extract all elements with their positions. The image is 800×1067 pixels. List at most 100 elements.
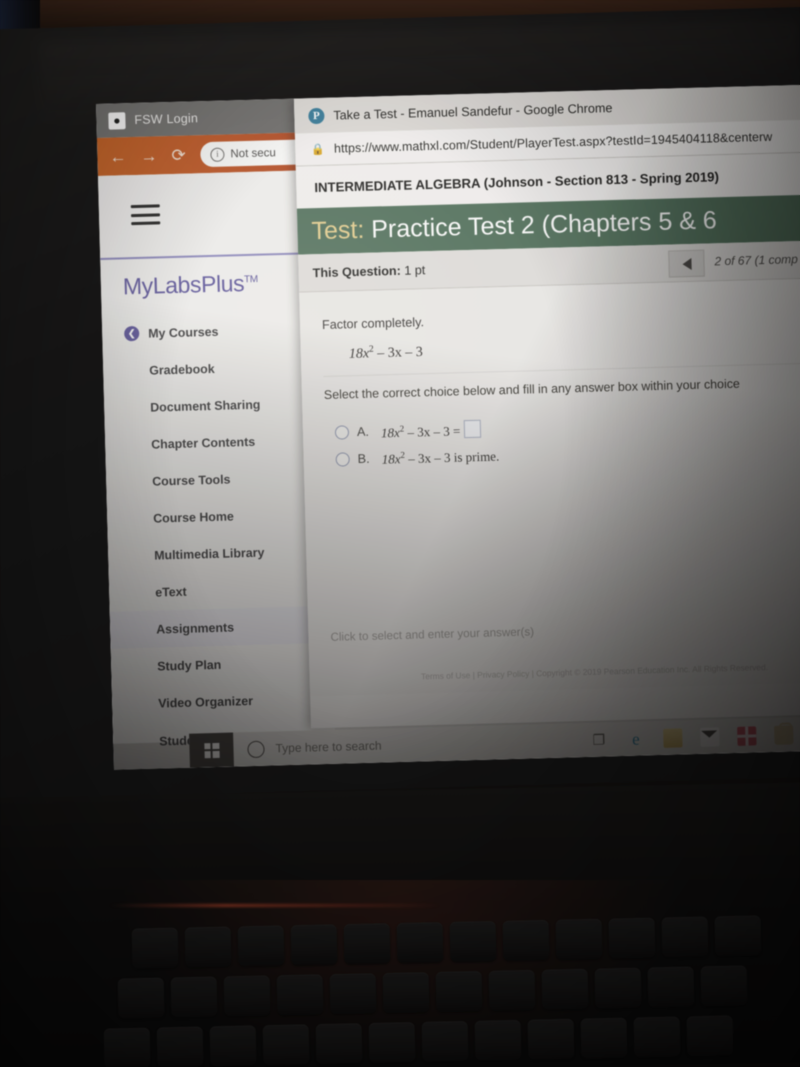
choice-expr-suffix: – 3x – 3 is prime.	[404, 448, 500, 466]
back-chevron-icon[interactable]: ❮	[124, 325, 140, 342]
background-tab-title: FSW Login	[134, 111, 199, 127]
key	[315, 1023, 363, 1065]
sidebar-item-label: Video Organizer	[158, 693, 254, 711]
answer-input-box[interactable]	[464, 419, 482, 438]
sidebar-item-label: eText	[155, 584, 187, 600]
reload-icon[interactable]: ⟳	[171, 145, 186, 164]
question-divider	[323, 362, 800, 377]
fsw-logo-icon: ●	[108, 111, 126, 130]
key	[237, 925, 285, 967]
choice-letter: A.	[356, 424, 370, 440]
choice-expression: 18x2 – 3x – 3 =	[381, 419, 482, 441]
expression-prefix: 18x	[348, 346, 370, 362]
chrome-window-title: Take a Test - Emanuel Sandefur - Google …	[333, 100, 613, 123]
pearson-p-icon: P	[308, 107, 325, 124]
expression-suffix: – 3x – 3	[373, 344, 424, 362]
key	[382, 972, 430, 1014]
sidebar-item-course-home[interactable]: Course Home	[107, 495, 330, 538]
sidebar-item-document-sharing[interactable]: Document Sharing	[104, 384, 327, 427]
sidebar-item-label: Gradebook	[149, 361, 215, 378]
key	[343, 923, 391, 965]
brand-trademark: TM	[243, 274, 258, 286]
microsoft-store-icon[interactable]	[737, 725, 757, 746]
edge-browser-icon[interactable]: e	[626, 729, 646, 749]
sidebar-item-label: Study Plan	[157, 657, 222, 674]
taskbar-pinned-icons: ❐ e P	[589, 715, 800, 757]
sidebar-item-my-courses[interactable]: ❮ My Courses	[102, 310, 325, 353]
key	[488, 969, 536, 1011]
key	[647, 966, 695, 1008]
sidebar-item-assignments[interactable]: Assignments	[109, 605, 333, 649]
sidebar-item-video-organizer[interactable]: Video Organizer	[112, 680, 335, 723]
url-text: https://www.mathxl.com/Student/PlayerTes…	[333, 129, 773, 156]
course-title: INTERMEDIATE ALGEBRA (Johnson - Section …	[314, 168, 720, 195]
previous-question-button[interactable]	[668, 249, 705, 278]
cortana-circle-icon[interactable]	[247, 740, 265, 758]
key	[714, 915, 762, 957]
key	[502, 919, 550, 961]
choice-expr-prefix: 18x	[380, 424, 400, 441]
choice-expression: 18x2 – 3x – 3 is prime.	[381, 447, 500, 468]
chrome-window[interactable]: P Take a Test - Emanuel Sandefur - Googl…	[293, 84, 800, 729]
key	[209, 1025, 257, 1067]
sidebar-item-chapter-contents[interactable]: Chapter Contents	[105, 421, 328, 464]
key	[594, 967, 642, 1009]
sidebar-item-study-plan[interactable]: Study Plan	[111, 643, 334, 686]
key	[276, 974, 324, 1016]
back-icon[interactable]: ←	[109, 147, 127, 166]
choice-b[interactable]: B. 18x2 – 3x – 3 is prime.	[325, 438, 800, 469]
key	[435, 970, 483, 1012]
question-prompt: Factor completely.	[321, 315, 425, 332]
key	[474, 1019, 522, 1061]
sidebar-item-label: Chapter Contents	[151, 434, 256, 452]
brand-name: MyLabsPlus	[122, 270, 245, 300]
radio-button-a[interactable]	[334, 425, 350, 440]
key	[541, 968, 589, 1010]
test-keyword: Test:	[311, 215, 365, 245]
key	[396, 922, 444, 964]
key	[131, 927, 179, 969]
radio-button-b[interactable]	[335, 452, 350, 467]
forward-icon[interactable]: →	[140, 146, 158, 165]
sidebar-item-etext[interactable]: eText	[109, 569, 332, 612]
laptop-photo: ● FSW Login ← → ⟳ i Not secu MyLabsPlusT…	[0, 0, 800, 1067]
key	[527, 1018, 575, 1060]
page-footer: Terms of Use | Privacy Policy | Copyrigh…	[420, 662, 769, 682]
task-view-icon[interactable]: ❐	[589, 730, 609, 750]
key	[290, 924, 338, 966]
sidebar-item-course-tools[interactable]: Course Tools	[106, 458, 329, 501]
choice-a[interactable]: A. 18x2 – 3x – 3 =	[325, 410, 800, 442]
file-explorer-icon[interactable]	[663, 727, 683, 748]
key	[262, 1024, 310, 1066]
start-button[interactable]	[189, 732, 234, 768]
key	[421, 1020, 469, 1062]
sidebar-item-label: Assignments	[156, 619, 235, 637]
key	[103, 1027, 151, 1067]
key	[608, 917, 656, 959]
question-expression: 18x2 – 3x – 3	[349, 332, 800, 362]
sidebar-item-gradebook[interactable]: Gradebook	[103, 347, 326, 390]
question-counter: 2 of 67 (1 comp	[714, 252, 799, 269]
sidebar-item-label: My Courses	[148, 324, 219, 341]
question-body: Factor completely. 18x2 – 3x – 3 Select …	[299, 277, 800, 697]
sidebar-item-label: Multimedia Library	[154, 545, 265, 563]
choice-expr-prefix: 18x	[381, 450, 401, 467]
sidebar-item-multimedia-library[interactable]: Multimedia Library	[108, 532, 331, 575]
key	[580, 1017, 628, 1059]
mylabsplus-logo: MyLabsPlusTM	[123, 270, 259, 301]
answer-instruction: Select the correct choice below and fill…	[323, 376, 740, 402]
test-name: Practice Test 2 (Chapters 5 & 6	[370, 205, 718, 244]
key	[170, 976, 218, 1018]
key	[156, 1026, 204, 1067]
laptop-screen: ● FSW Login ← → ⟳ i Not secu MyLabsPlusT…	[96, 84, 800, 770]
briefcase-icon[interactable]	[774, 724, 794, 745]
hamburger-icon[interactable]	[130, 204, 161, 226]
key	[449, 920, 497, 962]
windows-logo-icon	[203, 742, 220, 758]
info-icon: i	[210, 147, 225, 162]
sidebar-item-label: Course Home	[153, 508, 234, 526]
mail-icon[interactable]	[700, 726, 720, 747]
key	[555, 918, 603, 960]
taskbar-search-input[interactable]: Type here to search	[275, 739, 381, 756]
sidebar-item-label: Course Tools	[152, 472, 231, 489]
